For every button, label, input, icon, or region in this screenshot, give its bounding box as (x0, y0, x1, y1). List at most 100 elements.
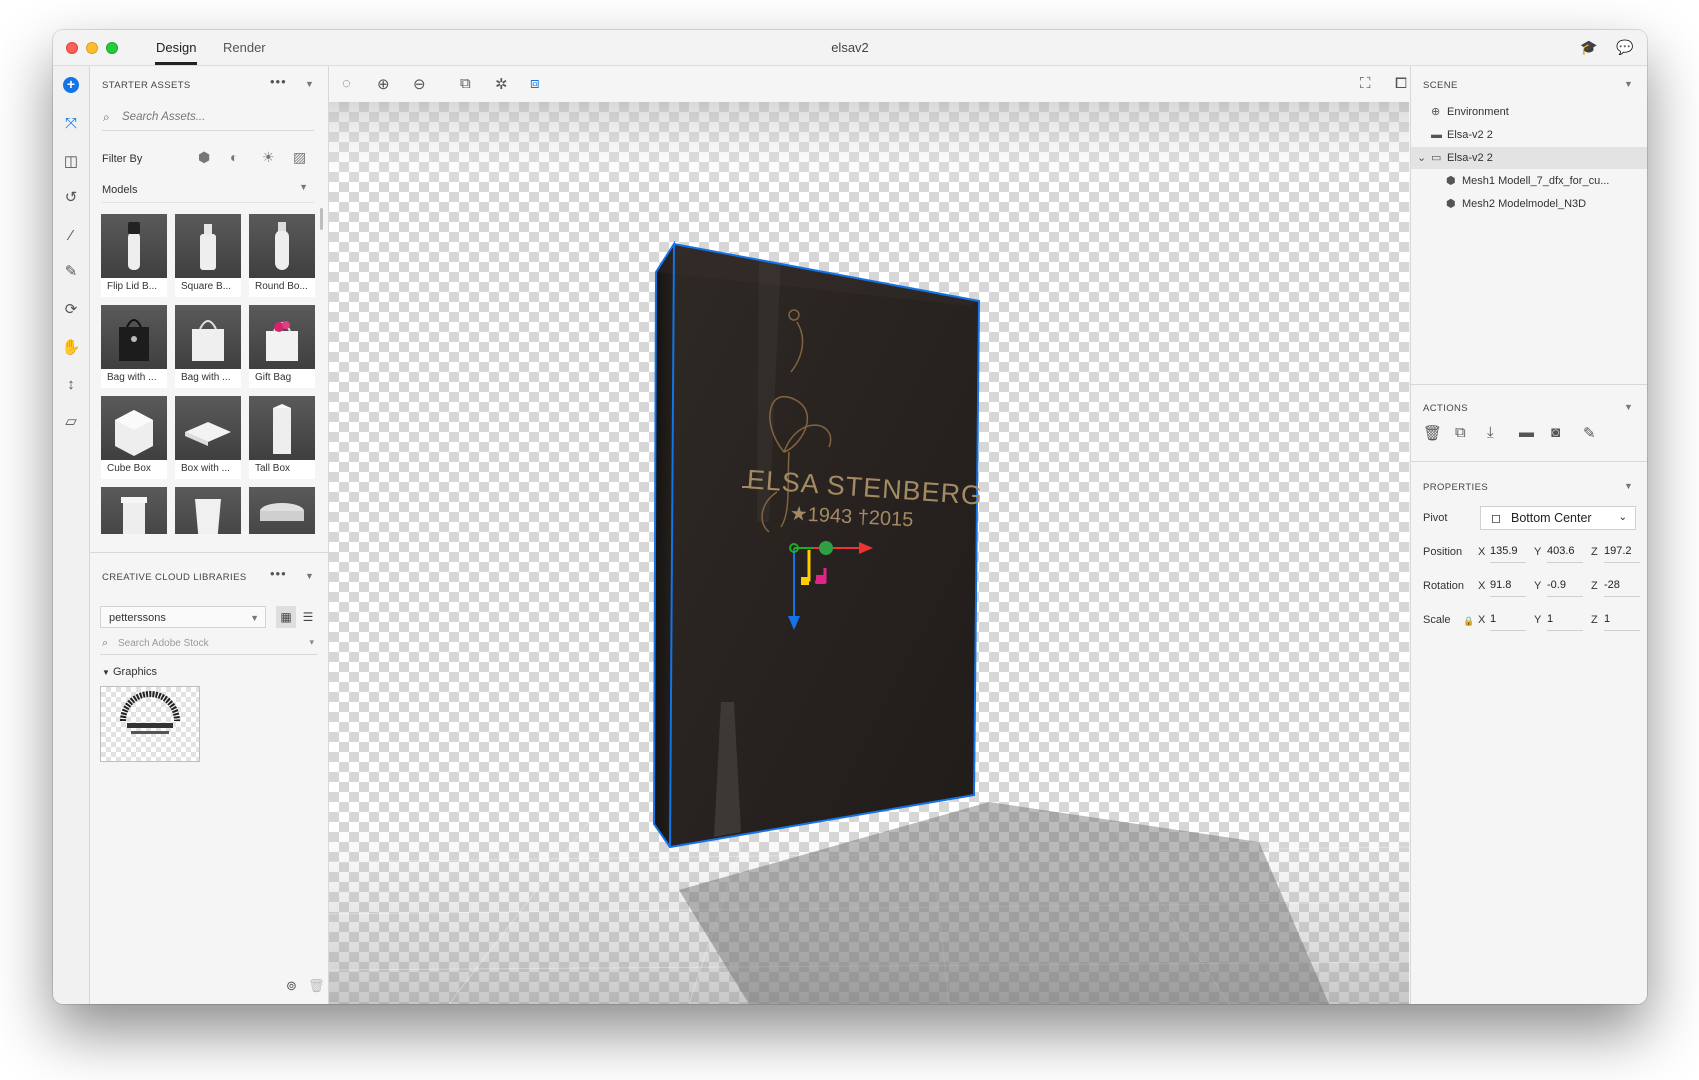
asset-tile[interactable]: Cube Box (101, 396, 167, 479)
graphics-group-header[interactable]: ▼ Graphics (102, 666, 157, 678)
asset-scrollbar[interactable] (320, 208, 323, 230)
scene-item-group[interactable]: ▬ Elsa-v2 2 (1411, 124, 1647, 146)
drop-to-ground-icon[interactable]: ⤓ (1487, 424, 1494, 441)
close-window-button[interactable] (66, 42, 78, 54)
lights-filter-icon[interactable]: ☀ (262, 149, 275, 166)
graphic-asset-tile[interactable] (100, 686, 200, 762)
pan-icon[interactable]: ✋ (61, 338, 81, 358)
grid-view-icon[interactable]: ▦ (276, 606, 296, 628)
sync-icon[interactable]: ⊚ (286, 978, 297, 994)
ungroup-icon[interactable]: ◙ (1551, 424, 1560, 441)
scale-z-field[interactable]: 1 (1604, 613, 1640, 631)
align-icon[interactable]: ✲ (495, 75, 508, 93)
rotation-z-field[interactable]: -28 (1604, 579, 1640, 597)
asset-tile[interactable] (175, 487, 241, 534)
maximize-window-button[interactable] (106, 42, 118, 54)
eyedropper-icon[interactable]: ✎ (61, 262, 81, 282)
search-placeholder: Search Assets... (122, 111, 206, 123)
search-assets-input[interactable]: ⌕ Search Assets... (102, 106, 314, 131)
chevron-down-icon: ▾ (309, 637, 314, 647)
3d-viewport[interactable]: ELSA STENBERG ★1943 †2015 (329, 102, 1409, 1004)
add-selection-icon[interactable]: ⊕ (377, 75, 390, 93)
rotation-y-field[interactable]: -0.9 (1547, 579, 1583, 597)
transform-icon[interactable]: ⧈ (530, 75, 540, 92)
asset-tile[interactable]: Flip Lid B... (101, 214, 167, 297)
models-filter-icon[interactable]: ⬢ (198, 149, 210, 166)
mesh-icon: ⬢ (1446, 198, 1456, 210)
asset-tile[interactable]: Tall Box (249, 396, 315, 479)
chevron-down-icon: ▼ (250, 613, 259, 623)
pivot-select[interactable]: ◻ Bottom Center ⌄ (1480, 506, 1636, 530)
magic-wand-icon[interactable]: ⁄ (61, 226, 81, 246)
position-z-field[interactable]: 197.2 (1604, 545, 1640, 563)
position-y-field[interactable]: 403.6 (1547, 545, 1583, 563)
asset-tile[interactable] (101, 487, 167, 534)
asset-tile[interactable]: Square B... (175, 214, 241, 297)
asset-label: Tall Box (255, 463, 291, 474)
scale-y-field[interactable]: 1 (1547, 613, 1583, 631)
fullscreen-icon[interactable]: ⛶ (1360, 75, 1371, 92)
collapse-caret-icon[interactable]: ▼ (305, 571, 314, 581)
pivot-value: Bottom Center (1511, 511, 1592, 525)
asset-tile[interactable]: Bag with ... (175, 305, 241, 388)
duplicate-icon[interactable]: ⧉ (1455, 424, 1466, 441)
more-options-icon[interactable]: ••• (270, 74, 287, 89)
tab-render[interactable]: Render (223, 30, 266, 65)
asset-tile[interactable]: Round Bo... (249, 214, 315, 297)
camera-view-icon[interactable]: ⧠ (1395, 75, 1407, 92)
inspector-panel: SCENE ▼ ⊕ Environment ▬ Elsa-v2 2 ⌄ ▭ El… (1410, 66, 1647, 1004)
chevron-down-icon: ⌄ (1618, 512, 1627, 523)
scene-item-group-selected[interactable]: ⌄ ▭ Elsa-v2 2 (1411, 147, 1647, 169)
asset-label: Round Bo... (255, 281, 308, 292)
collapse-caret-icon[interactable]: ▼ (305, 79, 314, 89)
dolly-icon[interactable]: ↕ (61, 375, 81, 395)
select-marquee-icon[interactable]: ◌ (342, 75, 351, 92)
feedback-icon[interactable]: 💬 (1616, 39, 1633, 56)
minimize-window-button[interactable] (86, 42, 98, 54)
asset-tile[interactable]: Gift Bag (249, 305, 315, 388)
mesh-icon: ⬢ (1446, 175, 1456, 187)
category-dropdown[interactable]: Models ▼ (102, 180, 314, 203)
search-adobe-stock-input[interactable]: ⌕ Search Adobe Stock ▾ (100, 634, 318, 655)
collapse-caret-icon[interactable]: ▼ (1624, 402, 1633, 412)
library-select[interactable]: petterssons ▼ (100, 606, 266, 628)
materials-filter-icon[interactable]: ◐ (230, 149, 238, 165)
trash-icon[interactable]: 🗑 (308, 978, 325, 994)
scene-item-mesh2[interactable]: ⬢ Mesh2 Modelmodel_N3D (1411, 193, 1647, 215)
learn-icon[interactable]: 🎓 (1580, 39, 1597, 56)
sample-material-icon[interactable]: ✎ (1583, 424, 1596, 442)
asset-label: Cube Box (107, 463, 151, 474)
ground-plane-icon[interactable]: ⏥ (61, 412, 81, 432)
folder-icon: ▬ (1431, 129, 1442, 141)
frame-selection-icon[interactable]: ⧉ (460, 75, 471, 92)
rotation-x-field[interactable]: 91.8 (1490, 579, 1526, 597)
rotate-view-icon[interactable]: ↺ (61, 188, 81, 208)
collapse-caret-icon[interactable]: ▼ (1624, 481, 1633, 491)
chevron-down-icon[interactable]: ⌄ (1417, 147, 1426, 169)
select-move-icon[interactable]: ⤧ (61, 114, 81, 134)
lock-icon[interactable]: 🔒 (1463, 616, 1474, 627)
scene-item-mesh1[interactable]: ⬢ Mesh1 Modell_7_dfx_for_cu... (1411, 170, 1647, 192)
group-icon[interactable]: ▬ (1519, 424, 1534, 441)
category-label: Models (102, 184, 138, 196)
app-window: elsav2 Design Render 🎓 💬 + ⤧ ◫ ↺ ⁄ ✎ ⟳ ✋… (53, 30, 1647, 1004)
scale-x-field[interactable]: 1 (1490, 613, 1526, 631)
add-icon[interactable]: + (63, 77, 79, 93)
actions-title: ACTIONS (1423, 403, 1469, 414)
asset-tile[interactable] (249, 487, 315, 534)
tab-design[interactable]: Design (155, 30, 198, 65)
scene-item-environment[interactable]: ⊕ Environment (1411, 101, 1647, 123)
scene-title: SCENE (1423, 80, 1458, 91)
position-x-field[interactable]: 135.9 (1490, 545, 1526, 563)
subtract-selection-icon[interactable]: ⊖ (413, 75, 426, 93)
frame-icon[interactable]: ◫ (61, 152, 81, 172)
delete-icon[interactable]: 🗑 (1423, 424, 1442, 442)
list-view-icon[interactable]: ☰ (298, 606, 318, 628)
asset-label: Flip Lid B... (107, 281, 158, 292)
orbit-icon[interactable]: ⟳ (61, 300, 81, 320)
collapse-caret-icon[interactable]: ▼ (1624, 79, 1633, 89)
asset-tile[interactable]: Box with ... (175, 396, 241, 479)
more-options-icon[interactable]: ••• (270, 566, 287, 581)
images-filter-icon[interactable]: ▨ (293, 149, 306, 166)
asset-tile[interactable]: Bag with ... (101, 305, 167, 388)
